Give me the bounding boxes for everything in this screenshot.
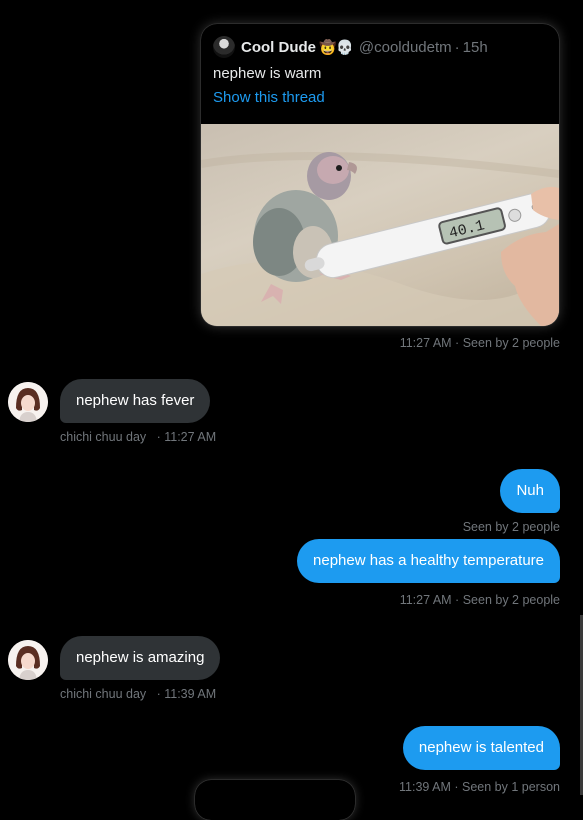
message-bubble-incoming[interactable]: nephew is amazing bbox=[60, 636, 221, 680]
show-thread-link[interactable]: Show this thread bbox=[213, 89, 325, 106]
message-bubble-outgoing[interactable]: Nuh bbox=[500, 469, 560, 513]
quoted-tweet-card[interactable]: Cool Dude 🤠💀 @cooldudetm · 15h nephew is… bbox=[201, 24, 559, 326]
contact-avatar-image bbox=[8, 640, 48, 680]
message-bubble-outgoing[interactable]: nephew is talented bbox=[402, 726, 560, 770]
contact-avatar[interactable] bbox=[8, 382, 48, 422]
tweet-photo[interactable]: 40.1 om bbox=[201, 124, 559, 326]
parrot-thermometer-image: 40.1 om bbox=[201, 152, 559, 326]
contact-avatar-image bbox=[8, 382, 48, 422]
quoted-tweet-header: Cool Dude 🤠💀 @cooldudetm · 15h bbox=[213, 36, 549, 58]
tweet-author-name[interactable]: Cool Dude bbox=[241, 39, 316, 56]
contact-avatar[interactable] bbox=[8, 640, 48, 680]
quoted-tweet-meta: 11:27 AM · Seen by 2 people bbox=[399, 336, 560, 350]
tweet-time[interactable]: 15h bbox=[463, 39, 488, 56]
message-meta: 11:39 AM · Seen by 1 person bbox=[399, 780, 560, 794]
tweet-time-separator: · bbox=[454, 38, 460, 56]
message-meta: chichi chuu day · 11:39 AM bbox=[60, 687, 217, 701]
tweet-text: nephew is warm bbox=[213, 65, 322, 82]
author-emojis: 🤠💀 bbox=[319, 38, 354, 55]
tweet-author-avatar[interactable] bbox=[213, 36, 235, 58]
message-meta: 11:27 AM · Seen by 2 people bbox=[399, 593, 560, 607]
message-bubble-outgoing[interactable]: nephew has a healthy temperature bbox=[297, 539, 560, 583]
message-meta: Seen by 2 people bbox=[462, 520, 560, 534]
message-meta: chichi chuu day · 11:27 AM bbox=[60, 430, 217, 444]
next-shared-card[interactable] bbox=[195, 780, 355, 820]
tweet-author-handle[interactable]: @cooldudetm bbox=[359, 39, 452, 56]
message-bubble-incoming[interactable]: nephew has fever bbox=[60, 379, 211, 423]
